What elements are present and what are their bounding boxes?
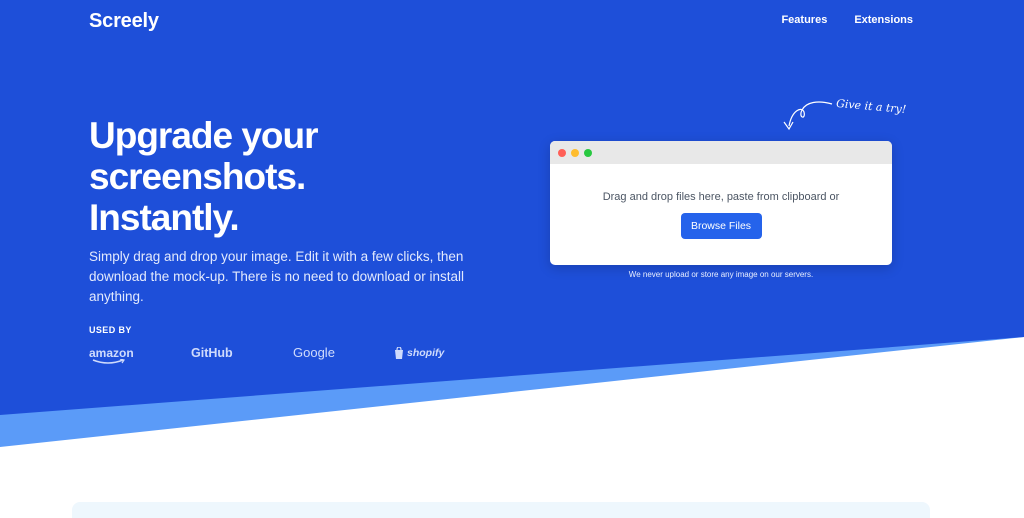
nav-extensions-link[interactable]: Extensions <box>854 14 913 26</box>
upload-dropzone[interactable]: Drag and drop files here, paste from cli… <box>550 141 892 265</box>
shopify-logo-text: shopify <box>407 346 445 359</box>
headline-line: screenshots. <box>89 156 306 197</box>
amazon-logo: amazon <box>89 345 191 364</box>
window-close-dot-icon <box>558 148 566 157</box>
hero-headline: Upgrade your screenshots. Instantly. <box>89 115 449 238</box>
drop-instructions: Drag and drop files here, paste from cli… <box>602 191 840 203</box>
github-logo: GitHub <box>191 345 233 360</box>
amazon-smile-icon <box>92 358 125 364</box>
curly-arrow-icon <box>783 101 833 131</box>
privacy-note: We never upload or store any image on ou… <box>628 270 814 279</box>
browser-title-bar <box>550 141 892 164</box>
shopify-bag-icon <box>395 346 403 359</box>
headline-line: Upgrade your <box>89 115 319 156</box>
shopify-logo: shopify <box>394 346 474 359</box>
amazon-logo-text: amazon <box>89 345 134 360</box>
window-maximize-dot-icon <box>584 148 592 157</box>
hero-subtext: Simply drag and drop your image. Edit it… <box>89 249 464 304</box>
nav-features-link[interactable]: Features <box>781 14 827 26</box>
top-nav: Features Extensions <box>781 14 913 26</box>
used-by-label: USED BY <box>89 325 132 335</box>
customer-logos: amazon GitHub Google shopify <box>89 345 474 364</box>
browse-files-button[interactable]: Browse Files <box>680 213 762 239</box>
headline-line: Instantly. <box>89 197 240 238</box>
google-logo: Google <box>293 345 335 360</box>
next-section-card <box>72 502 930 518</box>
window-minimize-dot-icon <box>571 148 579 157</box>
brand-logo[interactable]: Screely <box>89 10 159 33</box>
